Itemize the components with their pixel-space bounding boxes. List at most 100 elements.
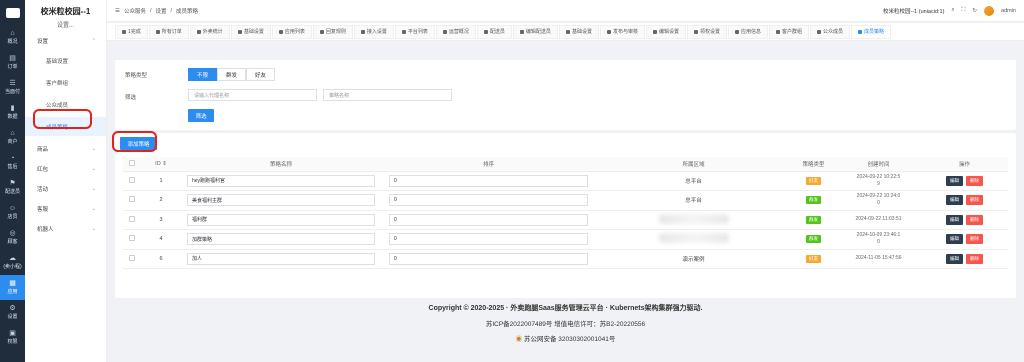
menu-item-basic-settings[interactable]: 基础设置 <box>25 51 106 70</box>
row-checkbox[interactable] <box>129 196 135 203</box>
ops-cell: 编辑 删除 <box>921 210 1008 230</box>
tab-item[interactable]: 平台列表 <box>394 24 435 39</box>
tab-item[interactable]: 成员策略 <box>851 24 892 39</box>
menu-item-customer-groups[interactable]: 客户群组 <box>25 73 106 92</box>
tab-item[interactable]: 编辑配送员 <box>512 24 558 39</box>
chevron-up-icon: ⌃ <box>91 38 96 44</box>
tab-item[interactable]: 回复规则 <box>312 24 353 39</box>
chevron-down-icon: ⌄ <box>91 166 96 172</box>
delete-button[interactable]: 删除 <box>966 253 983 264</box>
filter-button[interactable]: 筛选 <box>188 109 214 122</box>
select-all-cell <box>123 157 141 172</box>
refresh-icon[interactable]: ↻ <box>972 8 977 14</box>
rail-merchant[interactable]: ⌂ 商户 <box>0 125 25 150</box>
tab-icon <box>483 29 488 34</box>
delete-button[interactable]: 删除 <box>966 175 983 186</box>
area-cell: 演示案例 <box>596 249 791 269</box>
tab-item[interactable]: 运营概况 <box>435 24 476 39</box>
tab-icon <box>237 29 242 34</box>
tab-item[interactable]: 1完成 <box>115 24 148 39</box>
rail-apps[interactable]: ▦ 应用 <box>0 275 25 300</box>
edit-button[interactable]: 编辑 <box>946 214 963 225</box>
menu-group-redpack[interactable]: 红包 ⌄ <box>25 162 106 176</box>
rail-orders[interactable]: ▤ 订单 <box>0 50 25 75</box>
row-checkbox[interactable] <box>129 254 135 261</box>
strategy-table: ID ⇕ 策略名称 排序 所属区域 策略类型 创建时间 操作 1 hey跑跑福利官… <box>123 157 1008 269</box>
delete-button[interactable]: 删除 <box>966 214 983 225</box>
segment-group[interactable]: 群发 <box>217 68 247 81</box>
select-all-checkbox[interactable] <box>129 159 135 166</box>
rail-settings[interactable]: ⚙ 设置 <box>0 300 25 325</box>
tab-item[interactable]: 接入设置 <box>353 24 394 39</box>
brand-title: 校米粒校园--1 <box>40 7 91 16</box>
rail-permission[interactable]: ▣ 权限 <box>0 325 25 350</box>
search-icon[interactable]: ⌕ <box>951 7 954 14</box>
tab-item[interactable]: 基础设置 <box>558 24 599 39</box>
menu-group-robot[interactable]: 机器人 ⌄ <box>25 222 106 236</box>
chevron-down-icon: ⌄ <box>91 146 96 152</box>
copyright: Copyright © 2020-2025 · 外卖跑腿Saas服务管理云平台 … <box>428 305 703 312</box>
sort-input[interactable]: 0 <box>389 213 588 226</box>
row-checkbox[interactable] <box>129 215 135 222</box>
secondary-menu: 校米粒校园--1 设置... 设置 ⌃ 基础设置 客户群组 公众成员 成员策略 … <box>25 0 107 362</box>
sort-input[interactable]: 0 <box>389 252 588 265</box>
name-input[interactable]: 加群策略 <box>187 233 375 246</box>
tab-item[interactable]: 应用信息 <box>728 24 769 39</box>
menu-group-service[interactable]: 客服 ⌄ <box>25 202 106 216</box>
rail-miniapp[interactable]: ☁ (卖小程) <box>0 250 25 275</box>
sort-input[interactable]: 0 <box>389 194 588 207</box>
tab-item[interactable]: 领权设置 <box>686 24 727 39</box>
name-input[interactable]: 美食福利主群 <box>187 194 375 207</box>
menu-group-label: 红包 <box>37 167 49 173</box>
tab-item[interactable]: 外卖统计 <box>189 24 230 39</box>
row-checkbox[interactable] <box>129 235 135 242</box>
edit-button[interactable]: 编辑 <box>946 175 963 186</box>
th-sort: 排序 <box>381 157 596 172</box>
blurred-area <box>658 233 729 244</box>
tab-item[interactable]: 配送员 <box>476 24 512 39</box>
rail-aftersale[interactable]: ◔ 售后 <box>0 150 25 175</box>
menu-group-goods[interactable]: 商品 ⌄ <box>25 142 106 156</box>
name-input[interactable]: 福利群 <box>187 213 375 226</box>
select-cell <box>123 229 141 250</box>
edit-button[interactable]: 编辑 <box>946 195 963 206</box>
table-row: 6 加人 0 演示案例 好友 2024-11-05 15:47:56 编辑 删除 <box>123 249 1008 269</box>
edit-button[interactable]: 编辑 <box>946 253 963 264</box>
tab-item[interactable]: 基础设置 <box>230 24 271 39</box>
menu-group-settings[interactable]: 设置 ⌃ <box>25 34 106 48</box>
rail-staff[interactable]: ☺ 店员 <box>0 200 25 225</box>
rail-data[interactable]: ▮ 数据 <box>0 100 25 125</box>
fullscreen-icon[interactable]: ⛶ <box>962 7 966 14</box>
tab-item[interactable]: 公众成员 <box>810 24 851 39</box>
strategy-name-input[interactable]: 策略名称 <box>323 89 452 101</box>
breadcrumb-item[interactable]: 公众服务 <box>124 7 146 15</box>
segment-friend[interactable]: 好友 <box>246 68 276 81</box>
sort-input[interactable]: 0 <box>389 233 588 246</box>
rail-rider[interactable]: ⚑ 配送员 <box>0 175 25 200</box>
edit-button[interactable]: 编辑 <box>946 234 963 245</box>
delete-button[interactable]: 删除 <box>966 234 983 245</box>
agent-name-input[interactable]: 请输入代理名称 <box>188 89 317 101</box>
delete-button[interactable]: 删除 <box>966 195 983 206</box>
rail-overview[interactable]: ⌂ 概况 <box>0 25 25 50</box>
sort-input[interactable]: 0 <box>389 174 588 187</box>
th-id[interactable]: ID ⇕ <box>141 157 181 172</box>
menu-toggle-icon[interactable]: ☰ <box>115 8 120 14</box>
rail-facepay[interactable]: ☰ 当面付 <box>0 75 25 100</box>
breadcrumb-item[interactable]: 设置 <box>155 7 166 15</box>
tab-item[interactable]: 所有订单 <box>148 24 189 39</box>
row-checkbox[interactable] <box>129 176 135 183</box>
tab-item[interactable]: 发布与审核 <box>599 24 645 39</box>
tab-item[interactable]: 客户群组 <box>769 24 810 39</box>
rail-customer[interactable]: ◎ 顾客 <box>0 225 25 250</box>
created-cell: 2024-09-22 10:24:0 0 <box>836 190 921 211</box>
avatar[interactable] <box>984 5 995 16</box>
user-name[interactable]: admin <box>1001 8 1016 14</box>
tab-item[interactable]: 编辑设置 <box>645 24 686 39</box>
name-input[interactable]: 加人 <box>187 252 375 265</box>
name-input[interactable]: hey跑跑福利官 <box>187 174 375 187</box>
tab-item[interactable]: 应用列表 <box>271 24 312 39</box>
menu-group-activity[interactable]: 活动 ⌄ <box>25 182 106 196</box>
tab-icon <box>442 29 447 34</box>
segment-all[interactable]: 不限 <box>188 68 218 81</box>
